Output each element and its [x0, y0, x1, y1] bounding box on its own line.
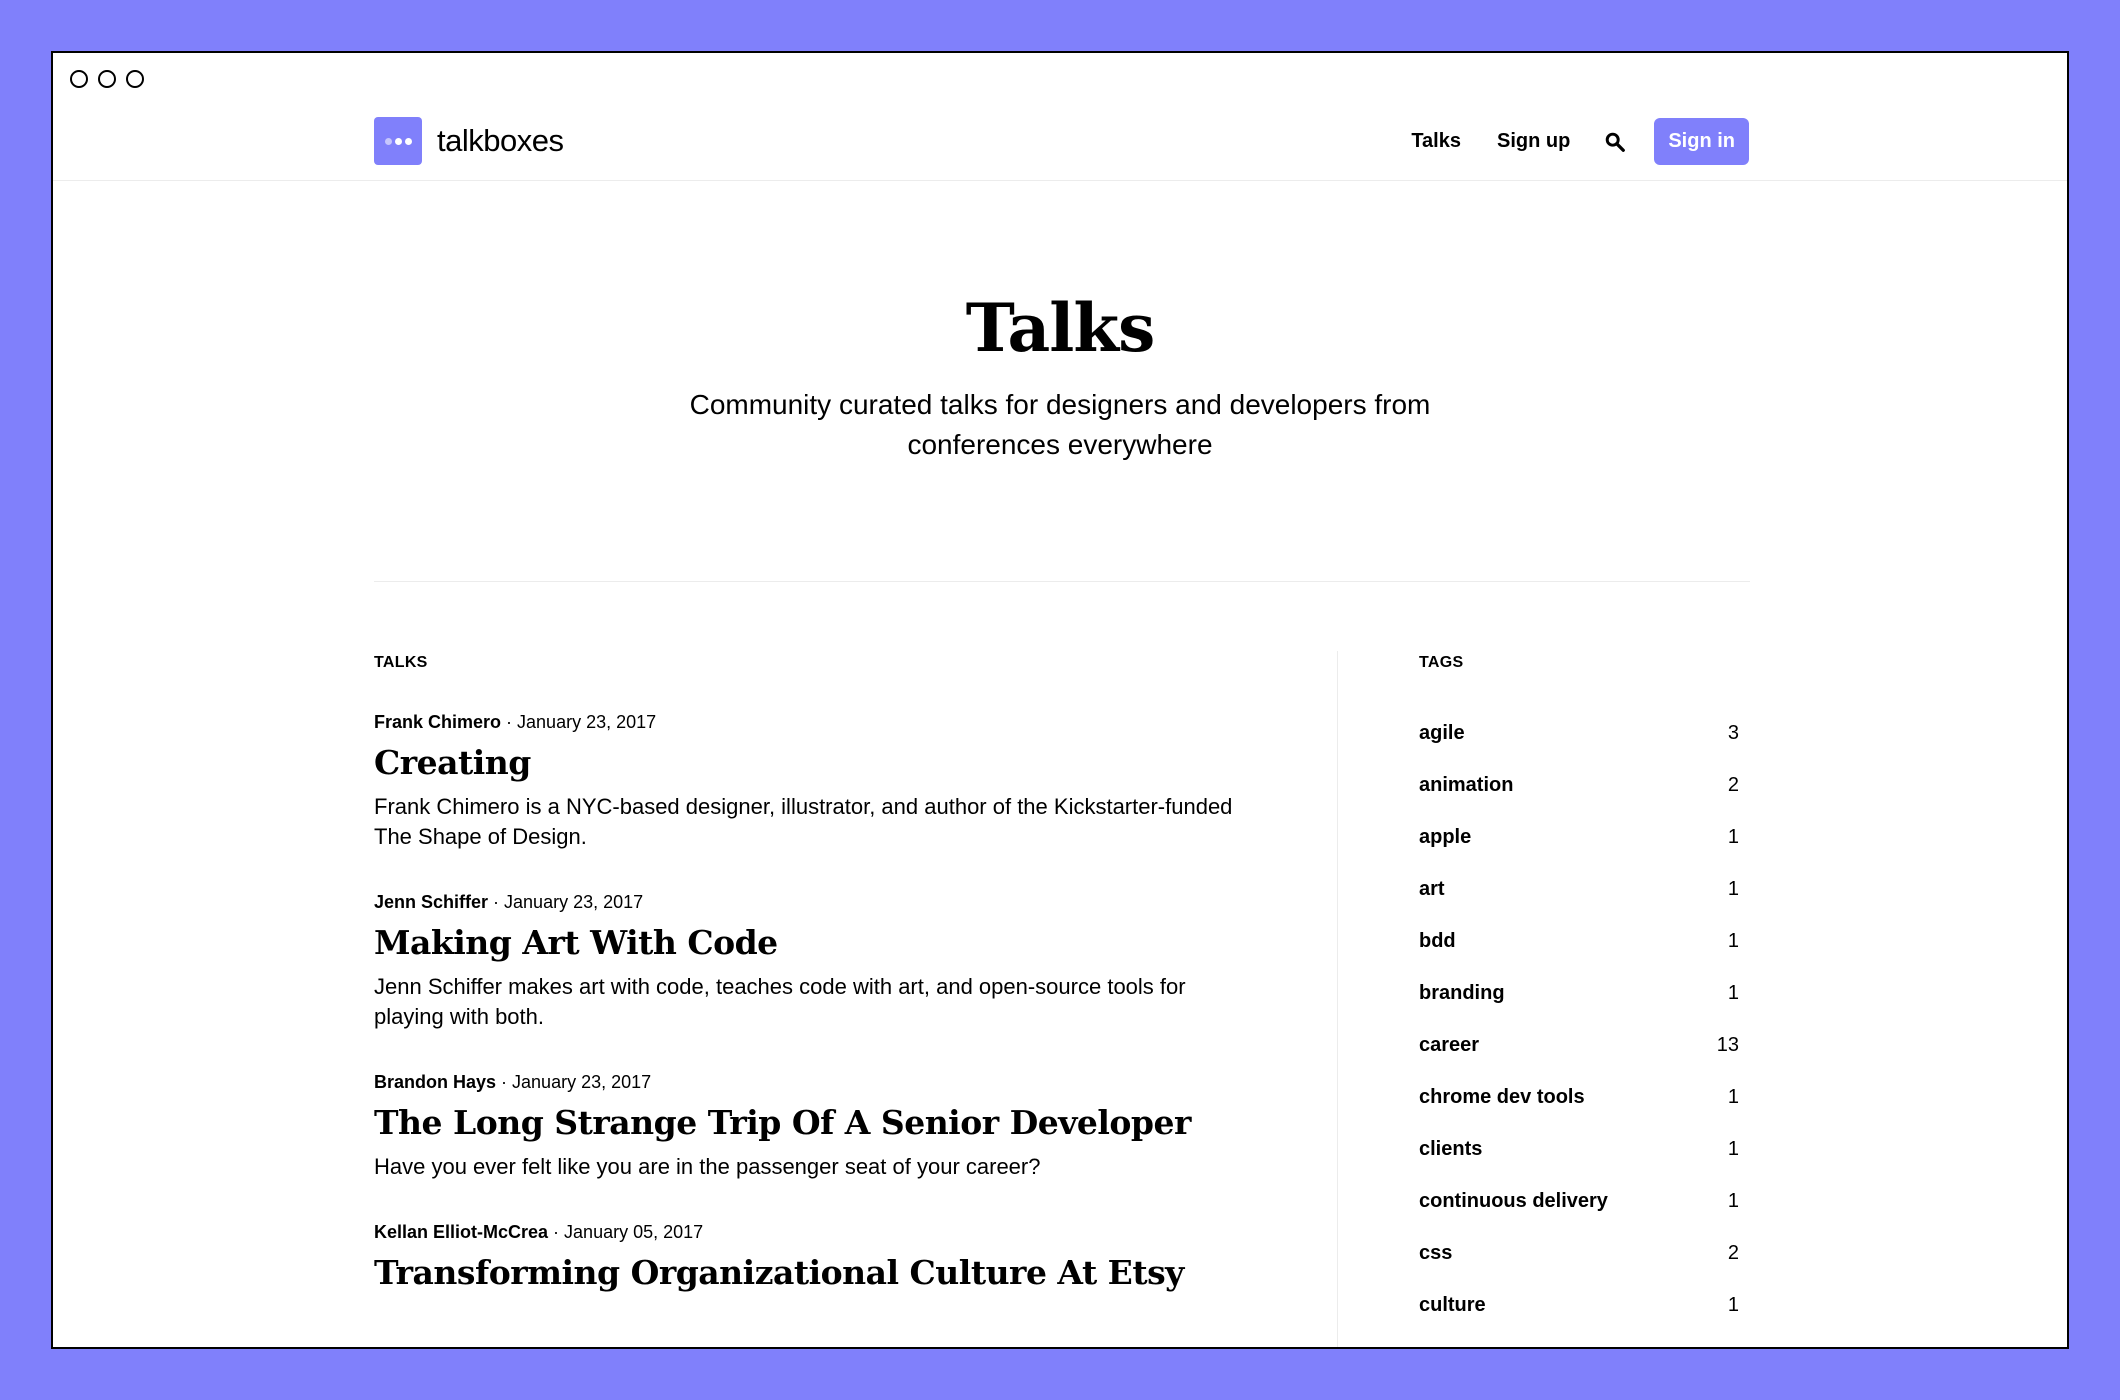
- tag-item[interactable]: css 2: [1419, 1227, 1739, 1279]
- tag-item[interactable]: art 1: [1419, 863, 1739, 915]
- tag-name: culture: [1419, 1293, 1486, 1316]
- talks-section-label: TALKS: [374, 654, 428, 671]
- talk-meta: Frank Chimero · January 23, 2017: [374, 712, 657, 732]
- signin-button[interactable]: Sign in: [1654, 118, 1749, 165]
- tag-name: apple: [1419, 825, 1472, 848]
- talk-meta: Brandon Hays · January 23, 2017: [374, 1072, 652, 1092]
- tag-list: agile 3 animation 2 apple 1 art 1 bdd 1 brand…: [1419, 707, 1739, 1348]
- tag-item[interactable]: career 13: [1419, 1019, 1739, 1071]
- tag-count: 1: [1727, 1293, 1739, 1316]
- page-title: Talks: [965, 289, 1156, 367]
- tag-item[interactable]: chrome dev tools 1: [1419, 1071, 1739, 1123]
- page-subtitle: Community curated talks for designers an…: [689, 389, 1431, 460]
- talk-description: Jenn Schiffer makes art with code, teach…: [374, 974, 1186, 1029]
- talk-item: Kellan Elliot-McCrea · January 05, 2017 …: [374, 1222, 1274, 1292]
- talk-title-link[interactable]: The Long Strange Trip Of A Senior Develo…: [374, 1103, 1274, 1142]
- talk-date: January 05, 2017: [564, 1222, 704, 1242]
- tag-count: 1: [1727, 1085, 1739, 1108]
- tag-count: 13: [1716, 1033, 1739, 1056]
- talk-title-link[interactable]: Creating: [374, 743, 1274, 782]
- tag-name: career: [1419, 1033, 1480, 1056]
- tag-count: 19: [1717, 1346, 1739, 1348]
- tag-name: continuous delivery: [1419, 1189, 1608, 1212]
- tags-column: TAGS agile 3 animation 2 apple 1 art 1 bdd 1 …: [1419, 654, 1739, 1348]
- tag-item[interactable]: culture 1: [1419, 1279, 1739, 1331]
- talk-description: Frank Chimero is a NYC-based designer, i…: [374, 794, 1233, 849]
- talk-item: Jenn Schiffer · January 23, 2017 Making …: [374, 892, 1274, 1032]
- tag-item[interactable]: bdd 1: [1419, 915, 1739, 967]
- brand-name: talkboxes: [437, 123, 564, 158]
- tag-name: art: [1419, 877, 1445, 900]
- talk-author[interactable]: Frank Chimero: [374, 712, 501, 732]
- tag-count: 1: [1727, 929, 1739, 952]
- tag-item[interactable]: apple 1: [1419, 811, 1739, 863]
- brand-home-link[interactable]: talkboxes: [374, 117, 564, 165]
- talk-author[interactable]: Kellan Elliot-McCrea: [374, 1222, 548, 1242]
- tag-item[interactable]: clients 1: [1419, 1123, 1739, 1175]
- talk-author[interactable]: Jenn Schiffer: [374, 892, 488, 912]
- column-separator: [1337, 651, 1338, 1347]
- talk-date: January 23, 2017: [504, 892, 644, 912]
- tag-item[interactable]: continuous delivery 1: [1419, 1175, 1739, 1227]
- talk-item: Frank Chimero · January 23, 2017 Creatin…: [374, 712, 1274, 852]
- nav-signup-link[interactable]: Sign up: [1497, 130, 1570, 153]
- talks-column: TALKS Frank Chimero · January 23, 2017 C…: [374, 654, 1274, 1302]
- tag-name: chrome dev tools: [1419, 1085, 1585, 1108]
- tag-name: animation: [1419, 773, 1514, 796]
- hero: Talks Community curated talks for design…: [53, 289, 2067, 465]
- tag-count: 1: [1727, 1137, 1739, 1160]
- tag-item[interactable]: agile 3: [1419, 707, 1739, 759]
- section-divider: [374, 581, 1750, 582]
- top-navbar: talkboxes Talks Sign up Sign in: [53, 53, 2067, 181]
- tag-name: agile: [1419, 721, 1465, 744]
- talk-title-link[interactable]: Transforming Organizational Culture At E…: [374, 1253, 1274, 1292]
- nav-links: Talks Sign up Sign in: [1375, 118, 1749, 165]
- tag-name: css: [1419, 1241, 1453, 1264]
- tag-name: bdd: [1419, 929, 1456, 952]
- talk-meta: Kellan Elliot-McCrea · January 05, 2017: [374, 1222, 704, 1242]
- tag-name: branding: [1419, 981, 1505, 1004]
- browser-window: talkboxes Talks Sign up Sign in Talks Co…: [51, 51, 2069, 1349]
- tag-count: 1: [1727, 1189, 1739, 1212]
- tag-item[interactable]: design 19: [1419, 1331, 1739, 1348]
- tag-count: 3: [1727, 721, 1739, 744]
- talkboxes-logo-icon: [374, 117, 422, 165]
- tag-item[interactable]: branding 1: [1419, 967, 1739, 1019]
- talk-description: Have you ever felt like you are in the p…: [374, 1154, 1041, 1179]
- tags-section-label: TAGS: [1419, 654, 1464, 671]
- talk-meta: Jenn Schiffer · January 23, 2017: [374, 892, 644, 912]
- tag-count: 1: [1727, 981, 1739, 1004]
- nav-talks-link[interactable]: Talks: [1411, 130, 1461, 153]
- search-icon[interactable]: [1604, 131, 1626, 153]
- talk-date: January 23, 2017: [517, 712, 657, 732]
- tag-count: 1: [1727, 825, 1739, 848]
- tag-count: 2: [1727, 773, 1739, 796]
- tag-name: clients: [1419, 1137, 1483, 1160]
- talk-item: Brandon Hays · January 23, 2017 The Long…: [374, 1072, 1274, 1182]
- tag-count: 2: [1727, 1241, 1739, 1264]
- tag-name: design: [1419, 1346, 1483, 1348]
- talk-author[interactable]: Brandon Hays: [374, 1072, 496, 1092]
- talk-title-link[interactable]: Making Art With Code: [374, 923, 1274, 962]
- talk-date: January 23, 2017: [512, 1072, 652, 1092]
- tag-item[interactable]: animation 2: [1419, 759, 1739, 811]
- tag-count: 1: [1727, 877, 1739, 900]
